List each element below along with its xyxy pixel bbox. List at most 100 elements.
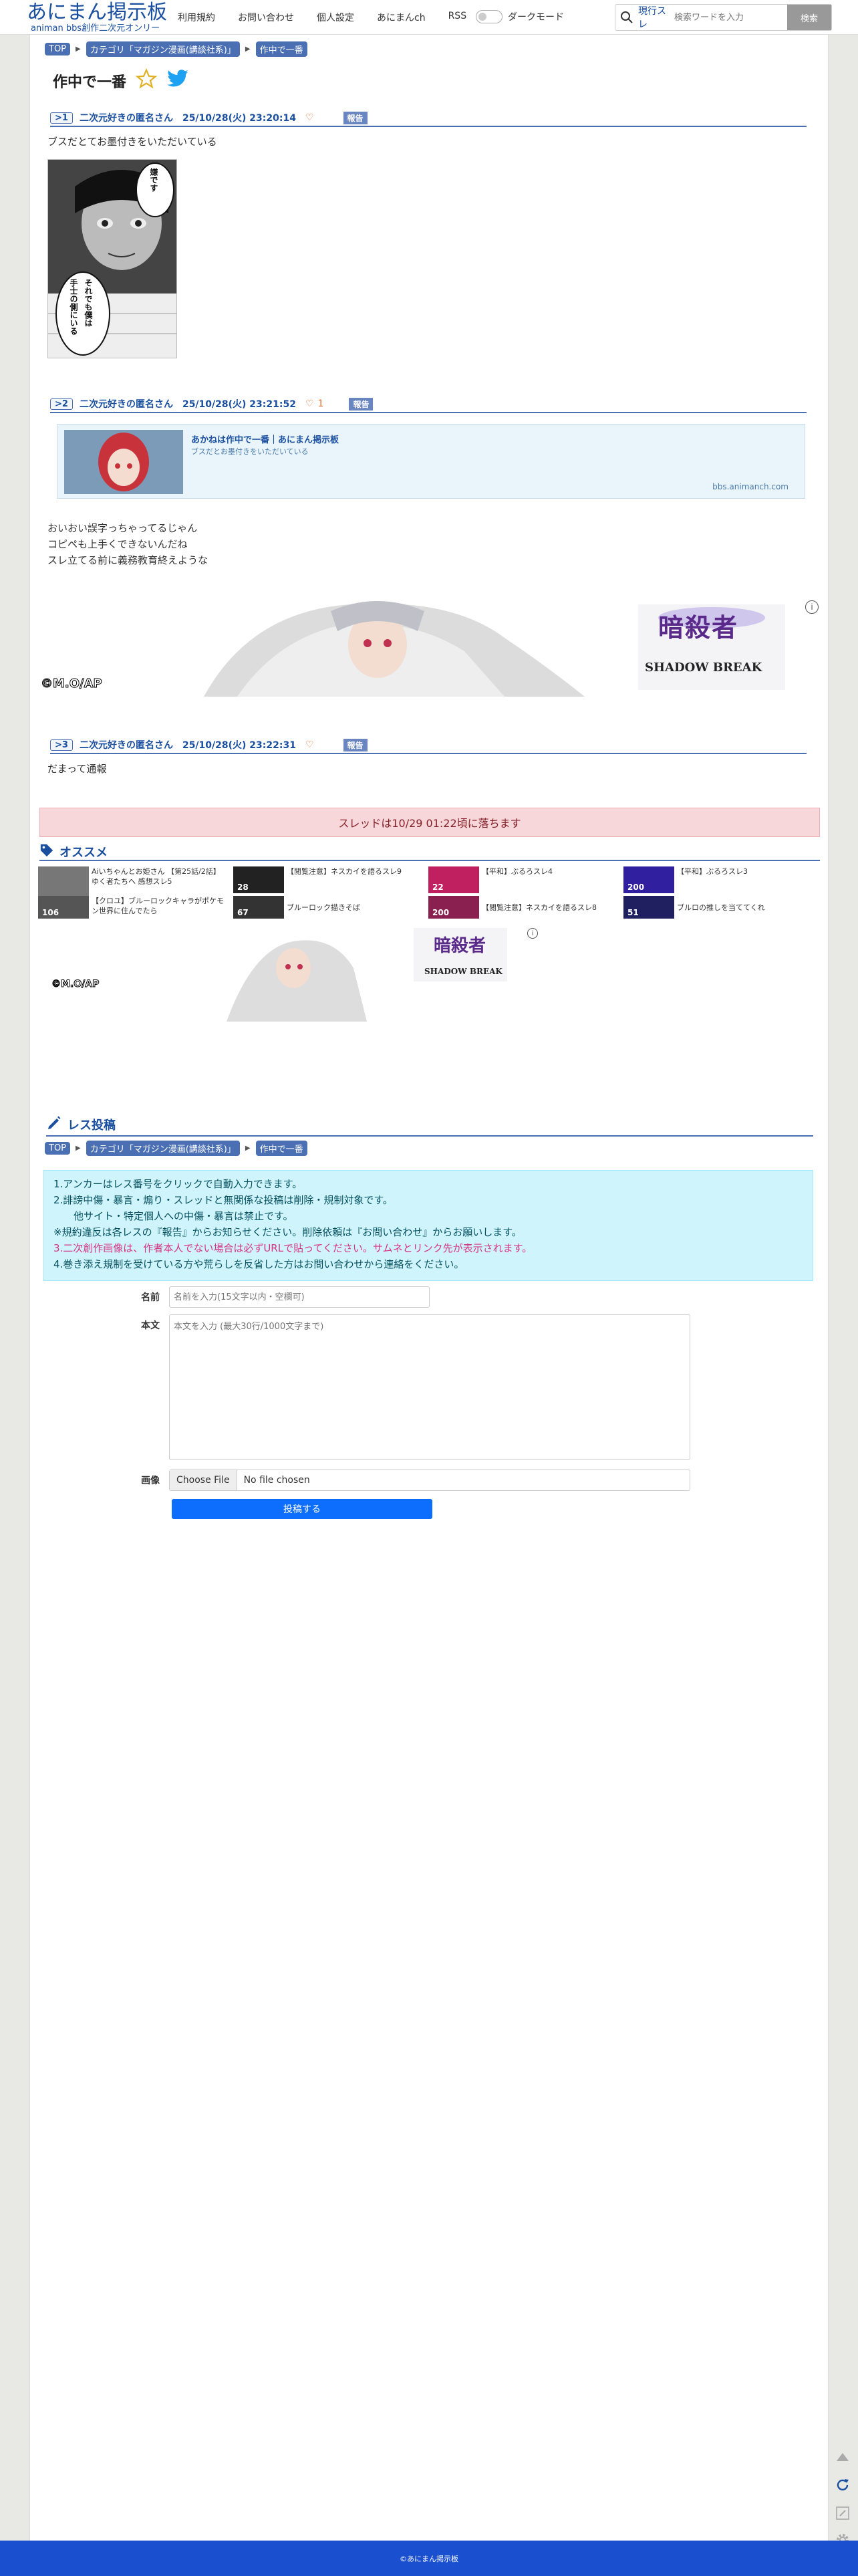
search-button[interactable]: 検索 xyxy=(787,5,831,30)
nav-animanch[interactable]: あにまんch xyxy=(377,11,426,24)
rule-line: 3.二次創作画像は、作者本人でない場合は必ずURLで貼ってください。サムネとリン… xyxy=(53,1242,533,1254)
scroll-top-icon[interactable] xyxy=(833,2447,853,2467)
post-line: スレ立てる前に義務教育終えような xyxy=(47,554,208,566)
rule-line: 他サイト・特定個人への中傷・暴言は禁止です。 xyxy=(74,1210,293,1222)
post-number[interactable]: >3 xyxy=(50,739,73,751)
post-body-1: ブスだとてお墨付きをいただいている xyxy=(47,134,217,150)
name-field[interactable] xyxy=(169,1286,430,1308)
breadcrumb-top[interactable]: TOP xyxy=(45,43,71,55)
ad-copyright: ©M.O/AP xyxy=(51,979,100,990)
like-heart-icon[interactable]: ♡ xyxy=(305,398,314,409)
ad-info-icon[interactable]: i xyxy=(805,600,819,614)
page-title: 作中で一番 xyxy=(53,74,127,91)
twitter-share-icon[interactable] xyxy=(166,69,189,93)
site-footer: ©あにまん掲示板 xyxy=(0,2541,858,2576)
search-scope[interactable]: 現行スレ xyxy=(638,4,674,31)
link-thumbnail xyxy=(64,430,183,494)
link-preview-card[interactable]: あかねは作中で一番｜あにまん掲示板 ブスだとお墨付きをいただいている bbs.a… xyxy=(57,424,805,499)
breadcrumb: TOP ▶ カテゴリ「マガジン漫画(講談社系)」 ▶ 作中で一番 xyxy=(45,41,307,57)
recommend-title: 【平和】ぶるろスレ3 xyxy=(677,867,748,876)
like-count: 1 xyxy=(317,398,324,409)
site-logo[interactable]: あにまん掲示板 animan bbs創作二次元オンリー xyxy=(27,1,167,33)
breadcrumb-category[interactable]: カテゴリ「マガジン漫画(講談社系)」 xyxy=(86,41,240,57)
nav-terms[interactable]: 利用規約 xyxy=(178,11,215,24)
nav-settings[interactable]: 個人設定 xyxy=(317,11,354,24)
rule-line: 1.アンカーはレス番号をクリックで自動入力できます。 xyxy=(53,1178,303,1190)
reload-icon[interactable] xyxy=(833,2475,853,2495)
link-domain: bbs.animanch.com xyxy=(712,482,789,491)
post-header-2: >2 二次元好きの匿名さん 25/10/28(火) 23:21:52 ♡ 1 報… xyxy=(50,396,807,413)
ad-banner[interactable]: ©M.O/AP 暗殺者 SHADOW BREAK i xyxy=(37,598,823,697)
breadcrumb-category[interactable]: カテゴリ「マガジン漫画(講談社系)」 xyxy=(86,1141,240,1156)
ad-logo-title: 暗殺者 xyxy=(658,613,739,642)
image-file-input[interactable]: Choose File No file chosen xyxy=(169,1470,690,1491)
recommend-title: Aiいちゃんとお姫さん 【第25話/2話】 ゆく者たちへ 感想スレ5 xyxy=(92,867,221,886)
ad-logo-title: 暗殺者 xyxy=(434,936,486,956)
posting-rules: 1.アンカーはレス番号をクリックで自動入力できます。 2.誹謗中傷・暴言・煽り・… xyxy=(43,1170,813,1281)
top-bar: あにまん掲示板 animan bbs創作二次元オンリー 利用規約 お問い合わせ … xyxy=(0,0,858,35)
report-button[interactable]: 報告 xyxy=(349,397,374,411)
recommend-thumbnail: 200 xyxy=(623,866,674,893)
manga-speech-3: 手士の側にいる xyxy=(69,279,78,335)
nav-rss[interactable]: RSS xyxy=(448,11,467,24)
recommend-thumbnail: 28 xyxy=(233,866,284,893)
like-heart-icon[interactable]: ♡ xyxy=(305,112,314,123)
recommend-title: ブルロの推しを当ててくれ xyxy=(677,903,765,912)
search-icon xyxy=(615,5,638,30)
breadcrumb-top[interactable]: TOP xyxy=(45,1142,71,1155)
manga-speech-1: 嫌です xyxy=(149,168,158,192)
reply-form-title: レス投稿 xyxy=(67,1119,116,1133)
post-number[interactable]: >1 xyxy=(50,112,73,124)
breadcrumb-thread[interactable]: 作中で一番 xyxy=(255,1141,307,1156)
recommend-title: ブルーロック描きそば xyxy=(287,903,360,912)
recommend-count: 67 xyxy=(237,908,249,917)
post-line: コピペも上手くできないんだね xyxy=(47,538,188,550)
ad-logo-subtitle: SHADOW BREAK xyxy=(645,661,762,675)
breadcrumb-separator: ▶ xyxy=(245,45,251,53)
dark-mode-label: ダークモード xyxy=(508,12,564,23)
recommend-count: 200 xyxy=(627,883,645,892)
report-button[interactable]: 報告 xyxy=(343,111,368,124)
top-nav: 利用規約 お問い合わせ 個人設定 あにまんch RSS xyxy=(178,11,466,24)
recommend-thumbnail: 22 xyxy=(428,866,479,893)
post-line: おいおい誤字っちゃってるじゃん xyxy=(47,522,198,534)
body-textarea[interactable] xyxy=(169,1314,690,1460)
pencil-icon xyxy=(46,1115,62,1135)
recommend-title: 【閲覧注意】ネスカイを語るスレ8 xyxy=(482,903,597,912)
recommend-count: 106 xyxy=(42,908,59,917)
body-label: 本文 xyxy=(141,1320,160,1331)
choose-file-button[interactable]: Choose File xyxy=(170,1470,237,1490)
ad-info-icon[interactable]: i xyxy=(527,928,538,939)
like-heart-icon[interactable]: ♡ xyxy=(305,739,314,750)
dark-mode-control: ダークモード xyxy=(476,10,564,23)
search-input[interactable] xyxy=(674,7,781,27)
nav-contact[interactable]: お問い合わせ xyxy=(238,11,294,24)
ad-copyright: ©M.O/AP xyxy=(41,677,103,691)
recommend-count: 22 xyxy=(432,883,444,892)
post-author: 二次元好きの匿名さん xyxy=(79,740,173,751)
toggle-knob xyxy=(478,13,486,21)
post-number[interactable]: >2 xyxy=(50,398,73,410)
favorite-star-icon[interactable] xyxy=(135,68,158,94)
thread-title-row: 作中で一番 xyxy=(53,68,189,94)
rule-line: ※規約違反は各レスの『報告』からお知らせください。削除依頼は『お問い合わせ』から… xyxy=(53,1226,522,1238)
dark-mode-toggle[interactable] xyxy=(476,10,503,23)
recommend-thumbnail: 51 xyxy=(623,896,674,919)
recommend-item[interactable]: 51 ブルロの推しを当ててくれ xyxy=(623,896,817,948)
ad-banner-small[interactable]: ©M.O/AP 暗殺者 SHADOW BREAK i xyxy=(39,928,547,1022)
recommend-count: 51 xyxy=(627,908,639,917)
rule-line: 4.巻き添え規制を受けている方や荒らしを反省した方はお問い合わせから連絡をくださ… xyxy=(53,1258,464,1270)
link-description: ブスだとお墨付きをいただいている xyxy=(191,447,309,456)
name-label: 名前 xyxy=(141,1292,160,1303)
tag-icon xyxy=(39,843,54,861)
report-button[interactable]: 報告 xyxy=(343,738,368,751)
compose-icon[interactable] xyxy=(833,2503,853,2523)
breadcrumb-thread[interactable]: 作中で一番 xyxy=(255,41,307,57)
breadcrumb-separator: ▶ xyxy=(76,1145,81,1152)
recommend-title: 【クロユ】ブルーロックキャラがポケモン世界に住んでたら xyxy=(92,897,224,915)
breadcrumb-separator: ▶ xyxy=(245,1145,251,1152)
post-date: 25/10/28(火) 23:22:31 xyxy=(182,740,296,751)
manga-image[interactable]: 嫌です それでも僕は 手士の側にいる xyxy=(47,159,177,358)
submit-button[interactable]: 投稿する xyxy=(172,1499,432,1519)
post-header-3: >3 二次元好きの匿名さん 25/10/28(火) 23:22:31 ♡ 報告 xyxy=(50,737,807,754)
